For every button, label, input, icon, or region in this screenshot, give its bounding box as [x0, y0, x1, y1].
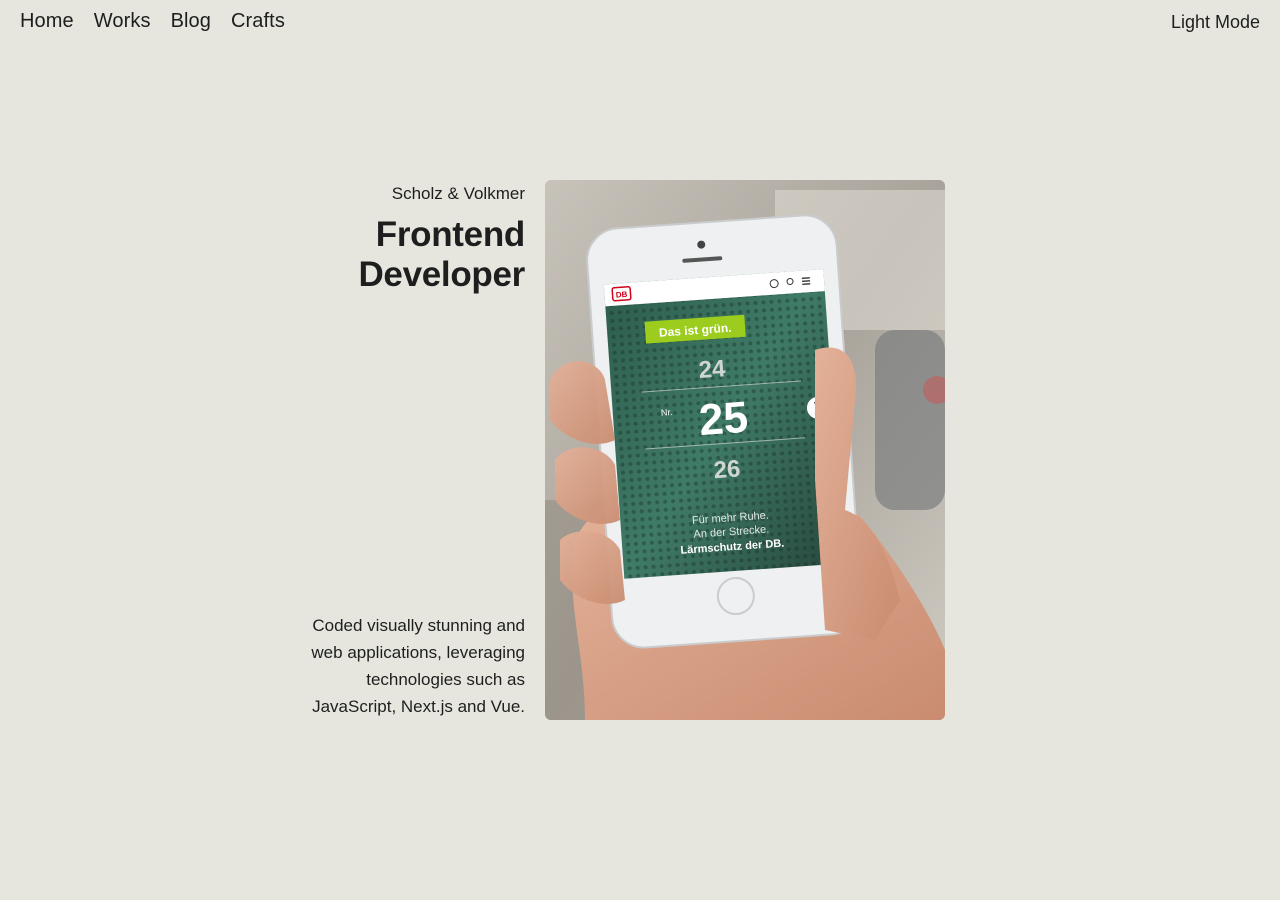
number-next: 26	[713, 455, 742, 484]
project-description: Coded visually stunning and web applicat…	[311, 616, 525, 716]
company-name: Scholz & Volkmer	[391, 184, 525, 203]
nav-link-works[interactable]: Works	[94, 10, 151, 33]
job-title: Frontend Developer	[358, 215, 525, 294]
menu-icon	[801, 277, 811, 286]
nav-link-crafts[interactable]: Crafts	[231, 10, 285, 33]
project-info: Scholz & Volkmer Frontend Developer Code…	[300, 180, 525, 720]
number-current: 25	[697, 393, 749, 445]
nav-link-blog[interactable]: Blog	[171, 10, 211, 33]
theme-toggle-button[interactable]: Light Mode	[1171, 12, 1260, 33]
project-screenshot: DB Das ist grün. 24 Nr. 25 26 Für mehr R…	[545, 180, 945, 720]
phone-in-hand-illustration: DB Das ist grün. 24 Nr. 25 26 Für mehr R…	[545, 180, 945, 720]
top-navigation: Home Works Blog Crafts Light Mode	[0, 0, 1280, 46]
nav-links: Home Works Blog Crafts	[20, 10, 285, 33]
nav-link-home[interactable]: Home	[20, 10, 74, 33]
db-logo-text: DB	[615, 290, 627, 300]
number-previous: 24	[698, 355, 727, 384]
number-prefix: Nr.	[661, 407, 673, 418]
